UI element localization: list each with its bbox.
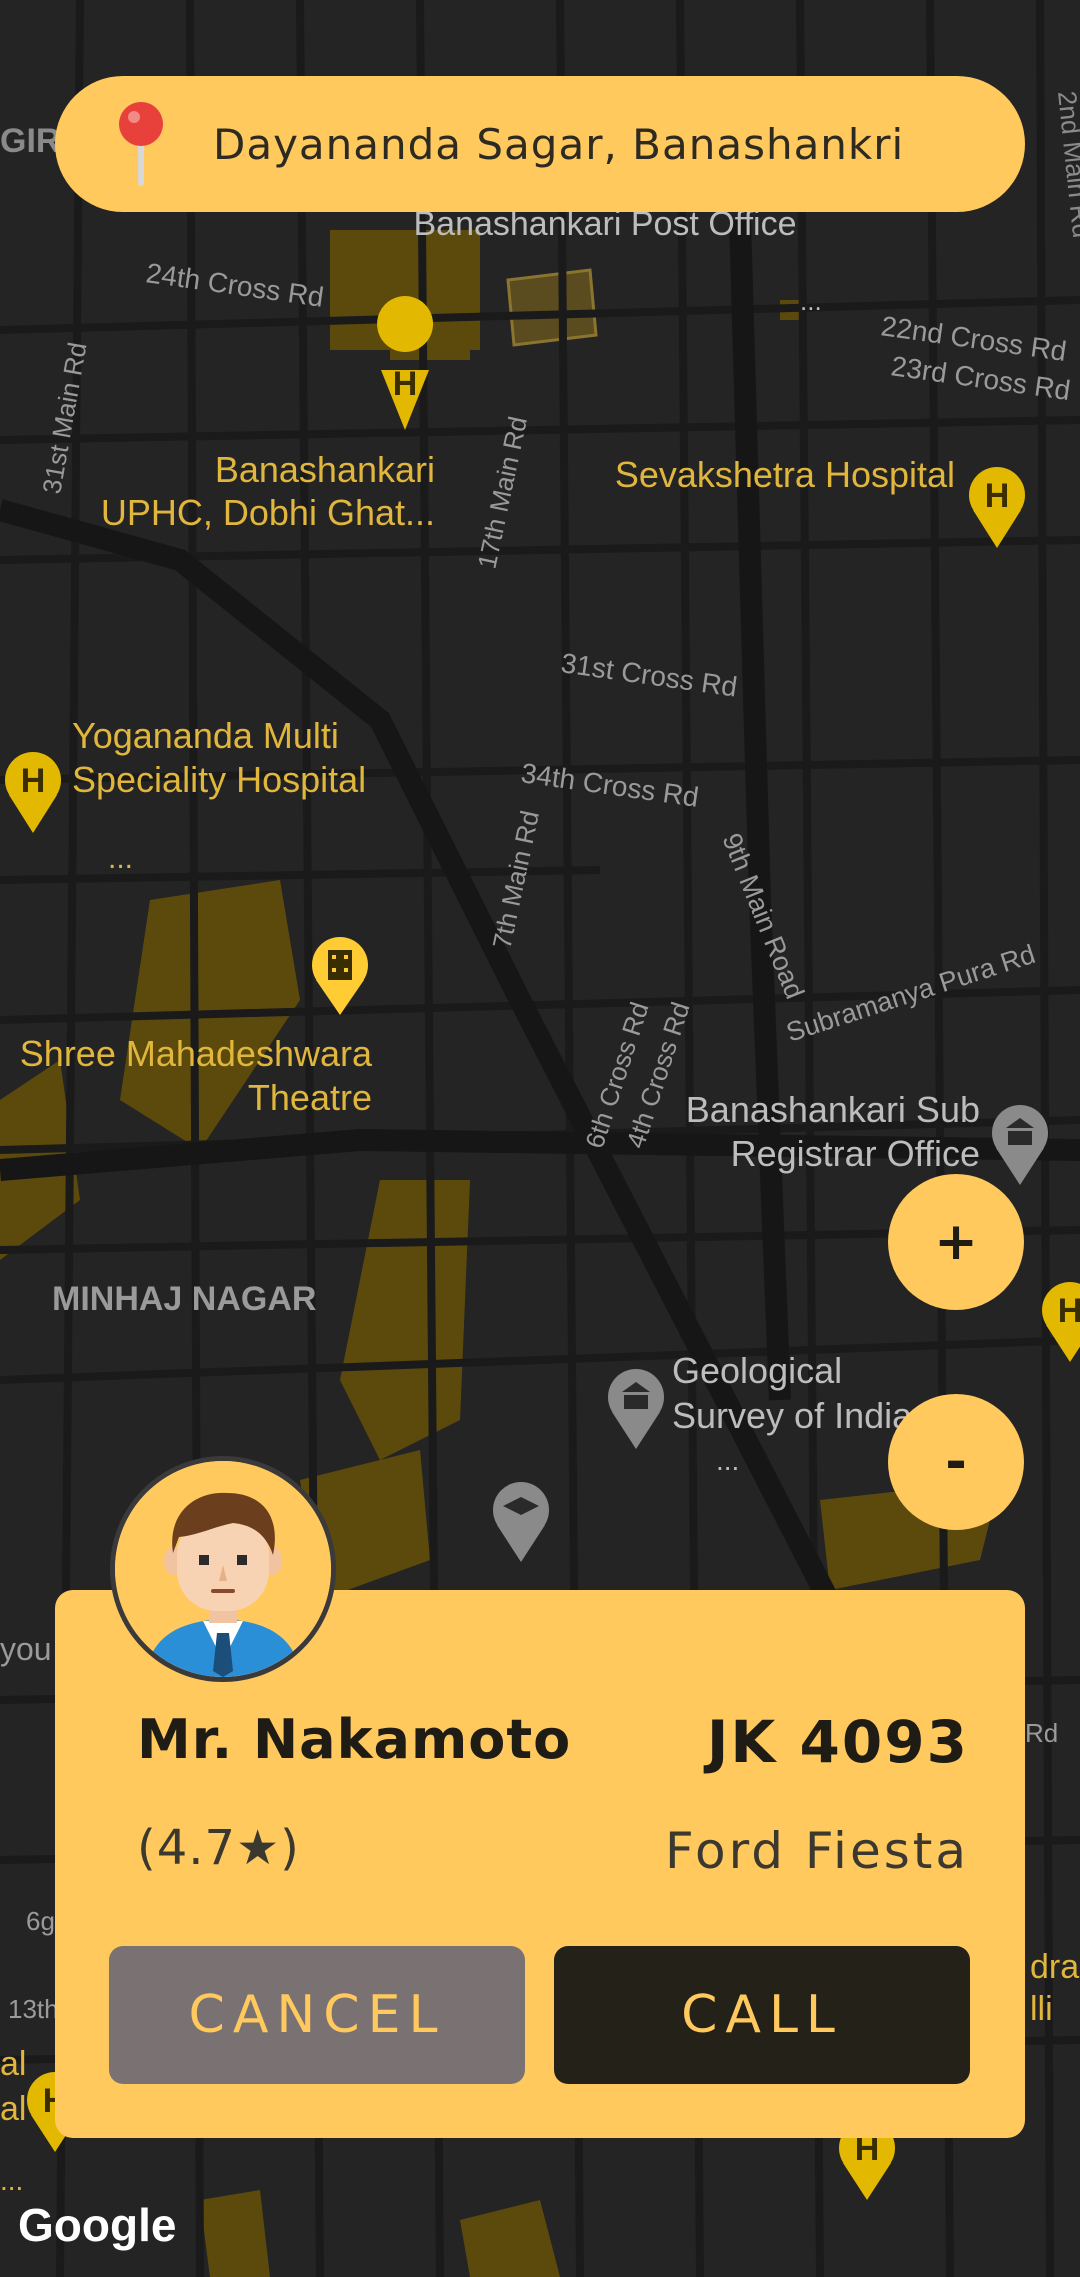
zoom-in-button[interactable]: +: [888, 1174, 1024, 1310]
map-label: you: [0, 1631, 52, 1667]
map-label: Rd: [1025, 1718, 1058, 1748]
location-search-bar[interactable]: Dayananda Sagar, Banashankri: [55, 76, 1025, 212]
map-label: Registrar Office: [731, 1133, 980, 1174]
driver-rating: (4.7★): [137, 1820, 300, 1876]
location-text: Dayananda Sagar, Banashankri: [213, 119, 905, 169]
map-label: Banashankari Sub: [686, 1089, 980, 1130]
google-attribution: Google: [18, 2199, 177, 2251]
map-label: ...: [716, 1445, 739, 1476]
map-label: GIR: [0, 122, 60, 160]
driver-name: Mr. Nakamoto: [137, 1708, 572, 1771]
map-label: 6g: [26, 1906, 55, 1936]
license-plate: JK 4093: [706, 1708, 969, 1776]
driver-avatar: [110, 1456, 336, 1682]
map-label: al: [0, 2045, 26, 2083]
map-label: lli: [1030, 1990, 1053, 2028]
map-label: Theatre: [248, 1077, 372, 1118]
map-label: Survey of India: [672, 1395, 913, 1436]
map-label: MINHAJ NAGAR: [52, 1280, 316, 1318]
zoom-out-button[interactable]: -: [888, 1394, 1024, 1530]
driver-avatar-icon: [115, 1461, 331, 1677]
map-label: Geological: [672, 1350, 842, 1391]
map-label: Sevakshetra Hospital: [615, 454, 955, 495]
map-label: dra,: [1030, 1948, 1080, 1986]
map-label: 13th: [8, 1994, 59, 2024]
map-label: Shree Mahadeshwara: [20, 1033, 373, 1074]
landmark-building: [506, 268, 598, 347]
map-pin-icon: [119, 102, 163, 186]
svg-text:H: H: [393, 365, 418, 403]
svg-text:H: H: [21, 762, 46, 800]
svg-text:H: H: [1058, 1292, 1080, 1330]
map-label: al: [0, 2090, 26, 2128]
map-label: ...: [800, 286, 822, 316]
cancel-button[interactable]: CANCEL: [109, 1946, 525, 2084]
map-label: Speciality Hospital: [72, 759, 366, 800]
car-model: Ford Fiesta: [665, 1822, 969, 1880]
map-label: Yogananda Multi: [72, 715, 339, 756]
map-label: ...: [108, 842, 133, 875]
svg-text:H: H: [985, 477, 1010, 515]
call-button[interactable]: CALL: [554, 1946, 970, 2084]
map-label: ...: [0, 2165, 23, 2196]
map-label: Banashankari: [215, 449, 435, 490]
map-label: UPHC, Dobhi Ghat...: [101, 492, 435, 533]
